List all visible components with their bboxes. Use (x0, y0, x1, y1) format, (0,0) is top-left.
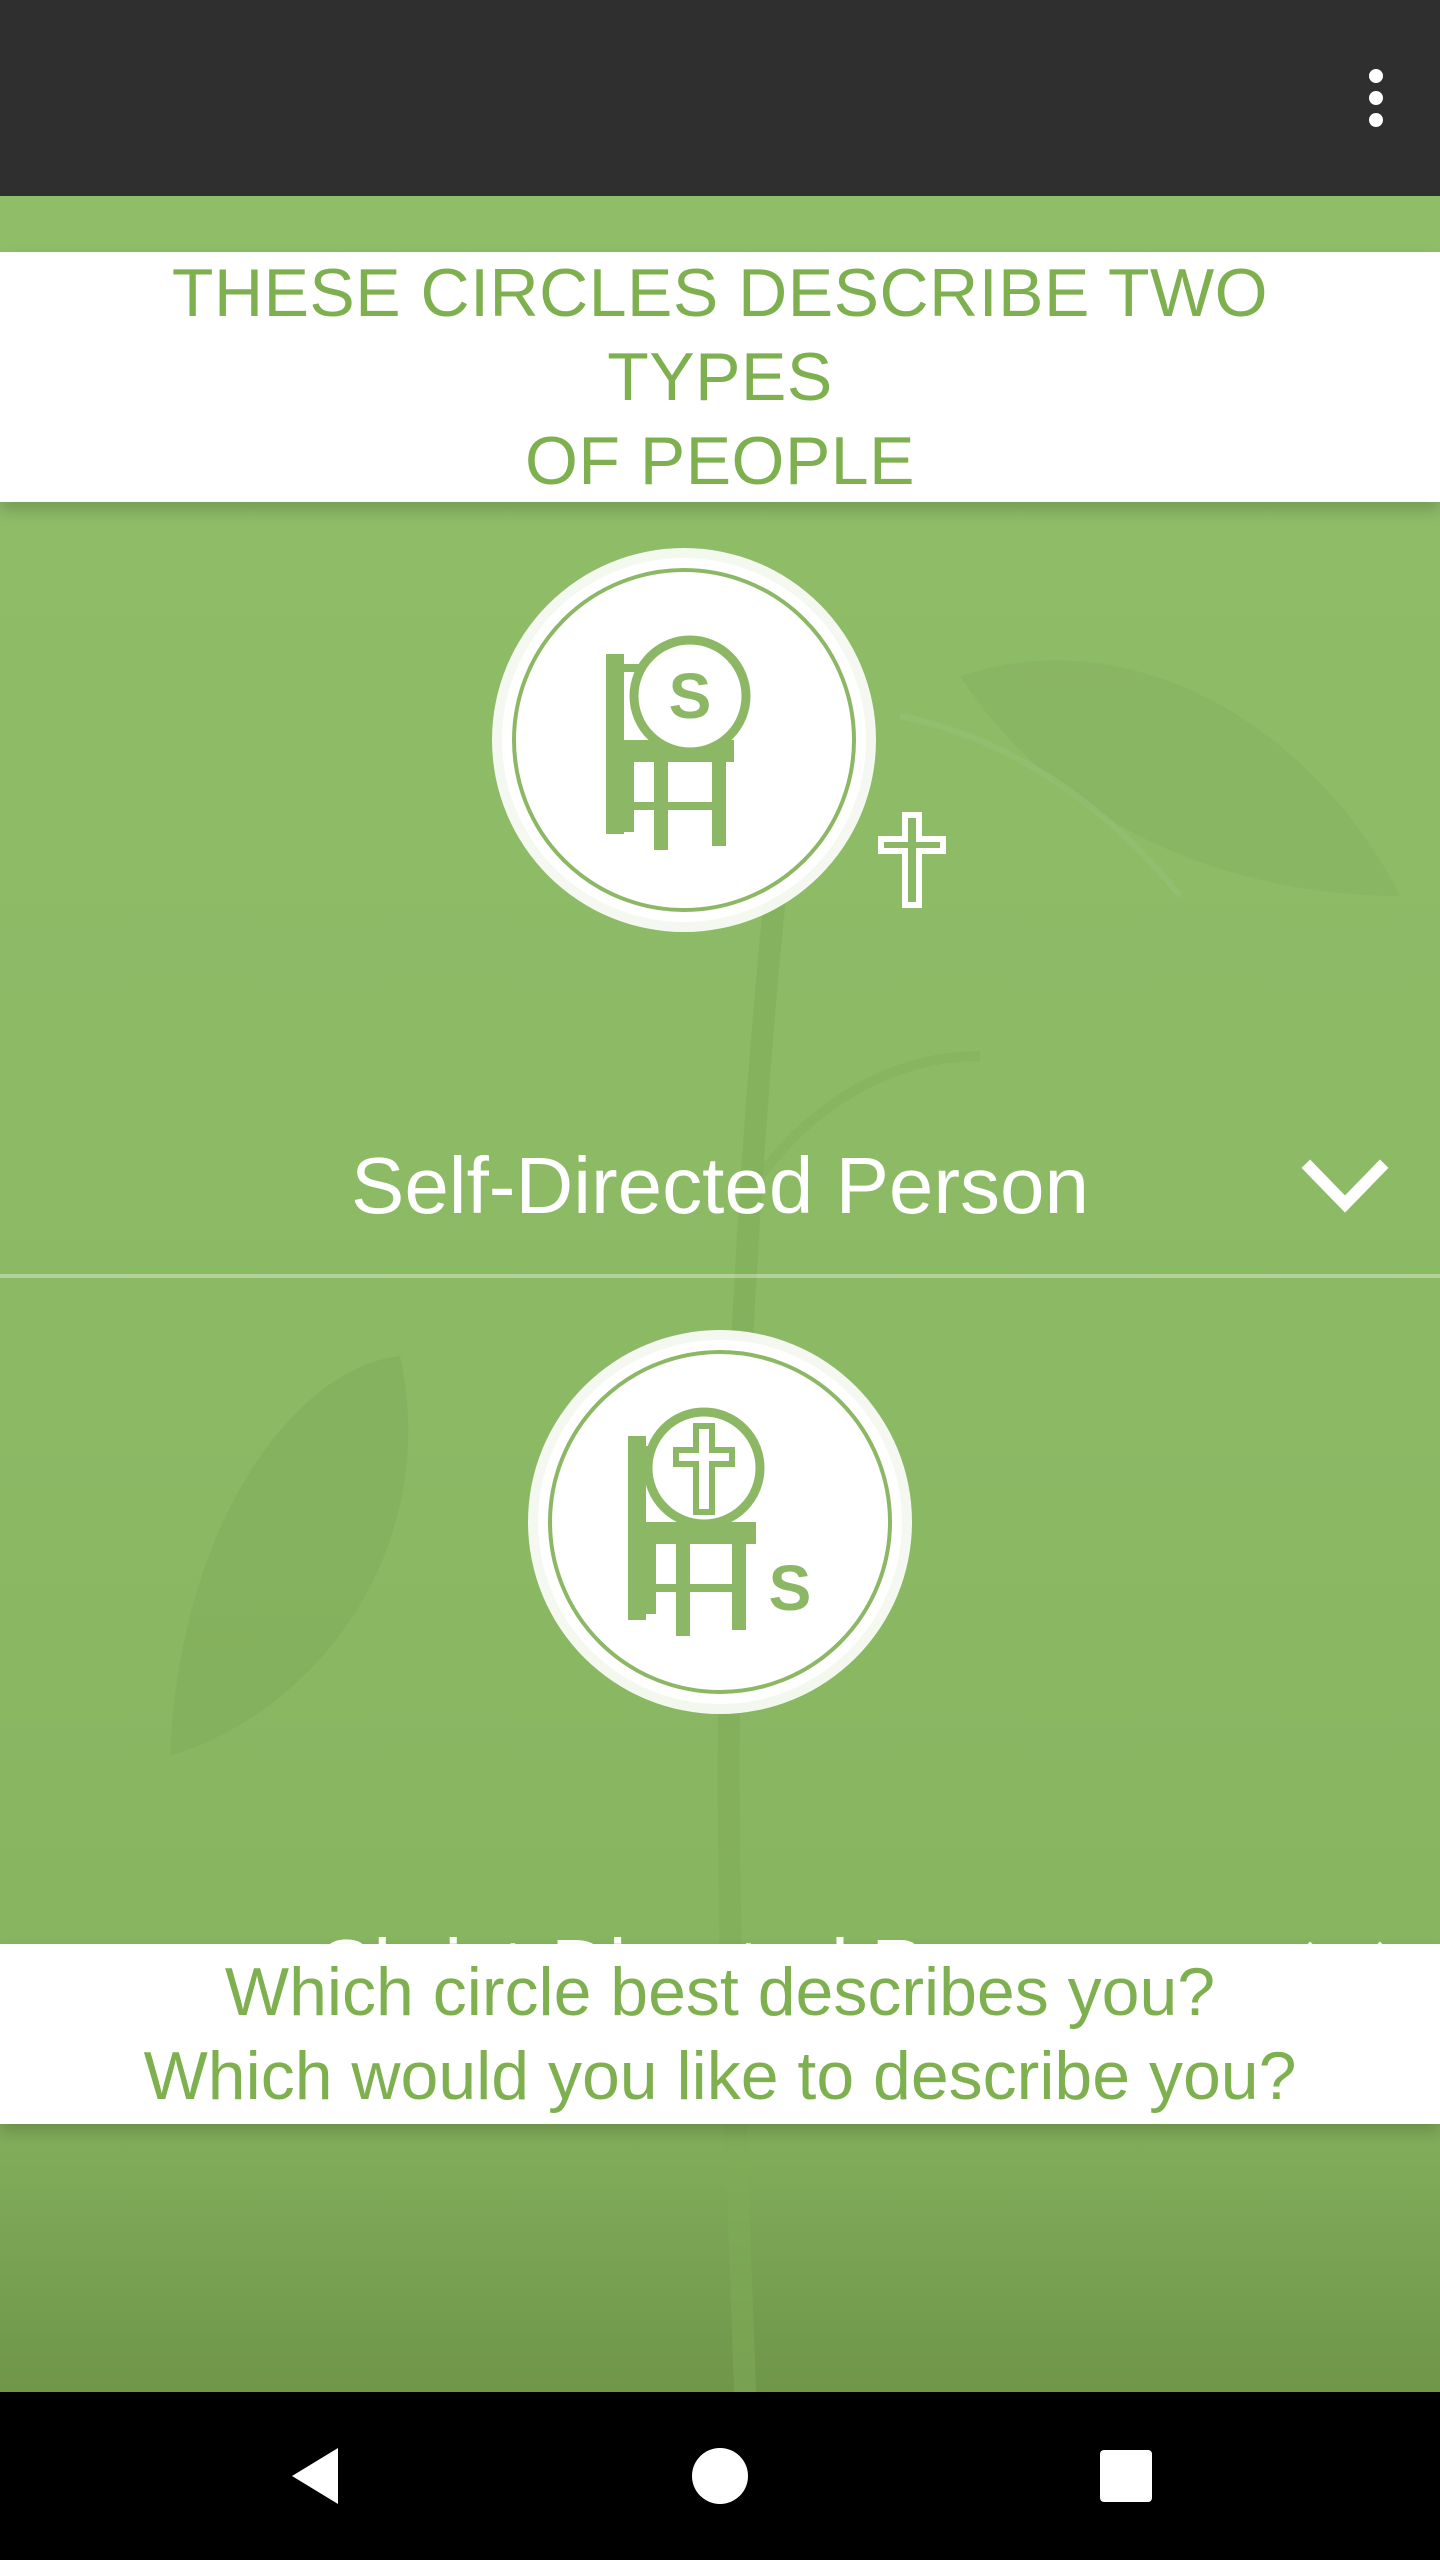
self-directed-label: Self-Directed Person (350, 1141, 1090, 1230)
self-directed-section[interactable]: S Self-Directed Person (0, 544, 1440, 1324)
recents-square-icon[interactable] (1076, 2426, 1176, 2526)
system-nav-bar (0, 2392, 1440, 2560)
s-letter: S (769, 1552, 812, 1624)
chevron-down-icon[interactable] (1300, 1150, 1390, 1226)
home-circle-icon[interactable] (670, 2426, 770, 2526)
title-line-1: THESE CIRCLES DESCRIBE TWO TYPES (171, 255, 1269, 415)
cross-icon (878, 812, 946, 908)
title-line-2: OF PEOPLE (525, 423, 915, 499)
question-line-1: Which circle best describes you? (224, 1954, 1216, 2030)
circle-s-letter: S (669, 660, 712, 732)
question-card: Which circle best describes you? Which w… (0, 1944, 1440, 2124)
page-title: THESE CIRCLES DESCRIBE TWO TYPES OF PEOP… (70, 251, 1370, 503)
self-directed-circle-icon: S (492, 548, 876, 932)
back-triangle-icon[interactable] (266, 2426, 366, 2526)
section-divider (0, 1274, 1440, 1278)
christ-directed-circle-icon: S (528, 1330, 912, 1714)
question-line-2: Which would you like to describe you? (143, 2038, 1297, 2114)
more-vert-icon[interactable] (1340, 58, 1412, 138)
title-card: THESE CIRCLES DESCRIBE TWO TYPES OF PEOP… (0, 252, 1440, 502)
app-bar (0, 0, 1440, 196)
